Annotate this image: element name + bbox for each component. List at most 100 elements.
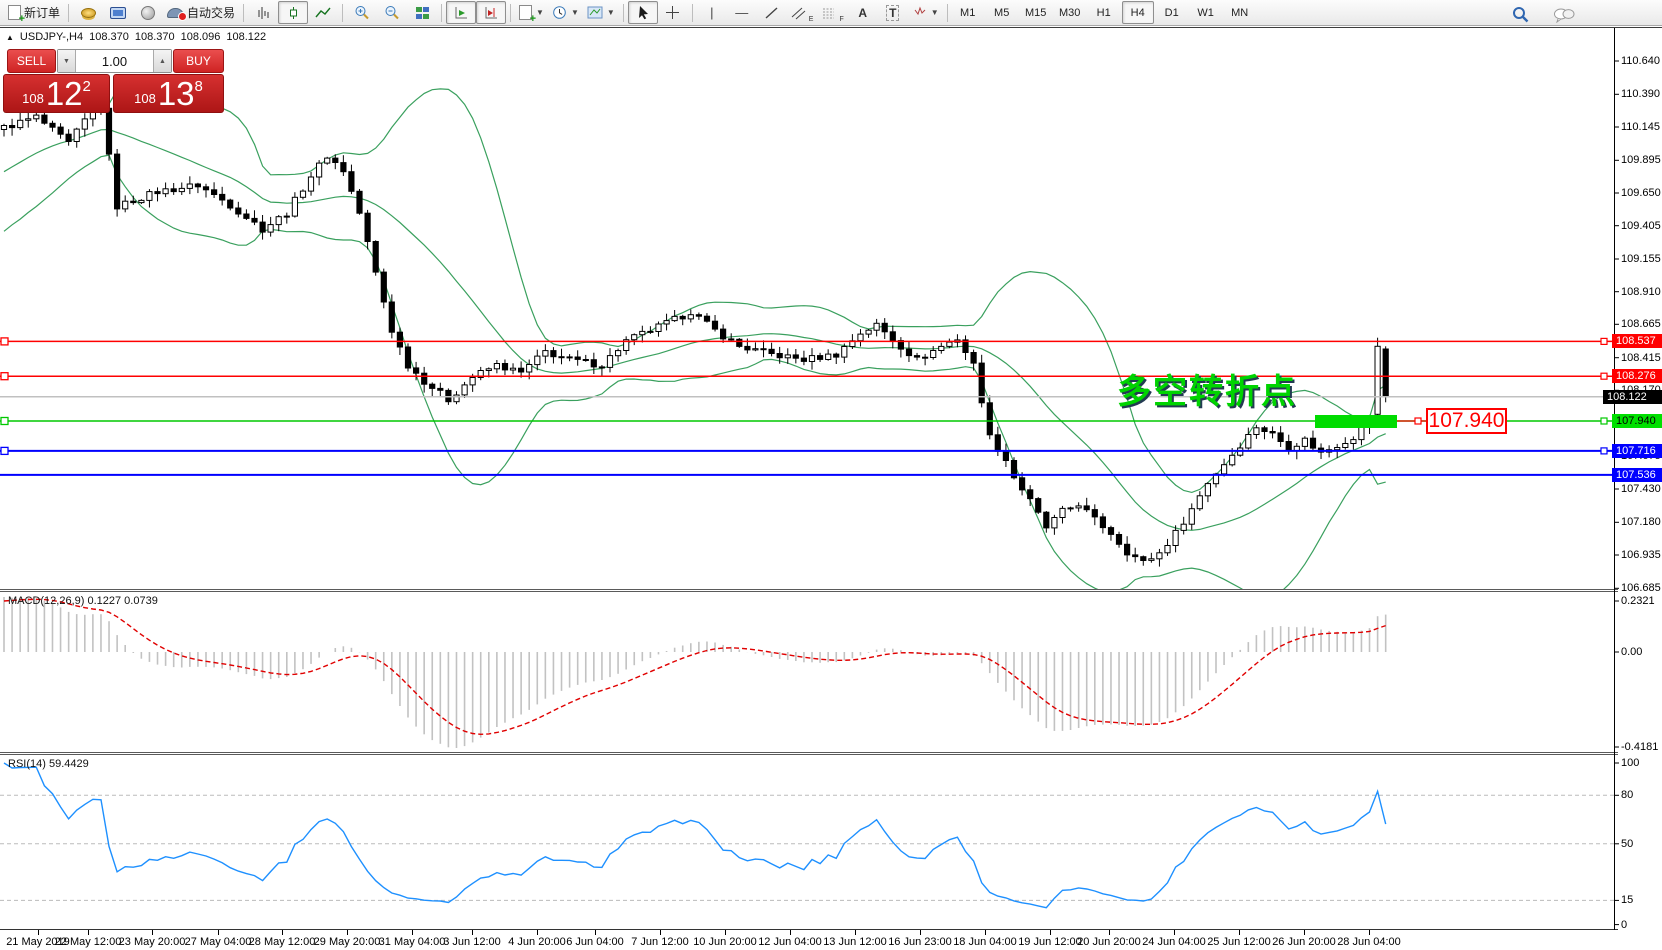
toolbar-separator xyxy=(68,4,69,22)
crosshair-tool-button[interactable] xyxy=(658,1,688,24)
fibonacci-icon xyxy=(821,6,836,20)
text-label-tool[interactable]: T xyxy=(878,1,908,24)
chart-shift-button[interactable] xyxy=(476,1,506,24)
channel-icon xyxy=(791,6,806,20)
buy-price-box[interactable]: 108 13 8 xyxy=(113,74,224,113)
templates-button[interactable]: ▼ xyxy=(583,1,619,24)
toolbar-separator xyxy=(243,4,244,22)
vertical-line-icon: | xyxy=(710,5,713,20)
zoom-out-button[interactable] xyxy=(377,1,407,24)
new-order-button[interactable]: 新订单 xyxy=(4,1,64,24)
chat-bubbles-icon xyxy=(1553,7,1575,23)
buy-button[interactable]: BUY xyxy=(173,49,224,73)
search-button[interactable] xyxy=(1505,3,1535,26)
cursor-tool-button[interactable] xyxy=(628,1,658,24)
mt4-window: 新订单 自动交易 xyxy=(0,0,1662,950)
price-line-label: 107.940 xyxy=(1612,414,1662,428)
price-tick-label: 106.685 xyxy=(1621,581,1661,595)
autotrading-label: 自动交易 xyxy=(187,4,235,21)
auto-scroll-button[interactable] xyxy=(446,1,476,24)
timeframe-group: M1M5M15M30H1H4D1W1MN xyxy=(952,1,1256,24)
tf-button-D1[interactable]: D1 xyxy=(1156,1,1188,24)
terminal-button[interactable] xyxy=(133,1,163,24)
cursor-icon xyxy=(636,5,650,20)
volume-decrease-button[interactable]: ▼ xyxy=(58,50,76,72)
tf-button-H1[interactable]: H1 xyxy=(1088,1,1120,24)
price-callout-box[interactable]: 107.940 xyxy=(1426,408,1507,434)
indicators-button[interactable]: ▼ xyxy=(515,1,548,24)
candlestick-icon xyxy=(286,6,301,20)
trendline-icon xyxy=(764,6,779,20)
autotrading-button[interactable]: 自动交易 xyxy=(163,1,239,24)
bar-chart-icon xyxy=(256,6,271,20)
horizontal-line-icon: — xyxy=(735,5,748,20)
clock-icon xyxy=(552,5,567,20)
price-tick-label: 109.650 xyxy=(1621,186,1661,200)
sell-button[interactable]: SELL xyxy=(7,49,56,73)
trendline-tool[interactable] xyxy=(757,1,787,24)
periods-button[interactable]: ▼ xyxy=(548,1,583,24)
market-watch-button[interactable] xyxy=(73,1,103,24)
new-order-label: 新订单 xyxy=(24,4,60,21)
tf-button-M15[interactable]: M15 xyxy=(1020,1,1052,24)
channel-sub-letter: E xyxy=(809,16,814,23)
price-tick-label: 108.415 xyxy=(1621,351,1661,365)
price-line-label: 108.276 xyxy=(1612,369,1662,383)
macd-indicator-label: MACD(12,26,9) 0.1227 0.0739 xyxy=(8,595,158,607)
chart-canvas[interactable] xyxy=(0,0,1662,950)
toolbar-separator xyxy=(441,4,442,22)
tile-windows-button[interactable] xyxy=(407,1,437,24)
one-click-collapse-icon[interactable]: ▲ xyxy=(6,33,14,42)
open-value: 108.370 xyxy=(89,31,129,43)
tf-button-M5[interactable]: M5 xyxy=(986,1,1018,24)
tf-button-M30[interactable]: M30 xyxy=(1054,1,1086,24)
buy-price-prefix: 108 xyxy=(134,91,156,106)
sell-price-prefix: 108 xyxy=(22,91,44,106)
toolbar-separator xyxy=(623,4,624,22)
zoom-in-button[interactable] xyxy=(347,1,377,24)
price-tick-label: 109.405 xyxy=(1621,219,1661,233)
community-chat-button[interactable] xyxy=(1549,3,1579,26)
sell-price-sup: 2 xyxy=(83,78,91,95)
close-value: 108.122 xyxy=(226,31,266,43)
chevron-down-icon: ▼ xyxy=(571,8,579,17)
bar-chart-button[interactable] xyxy=(248,1,278,24)
price-tick-label: 108.910 xyxy=(1621,285,1661,299)
arrows-tool[interactable]: ▼ xyxy=(908,1,943,24)
line-chart-icon xyxy=(315,6,331,20)
tf-button-W1[interactable]: W1 xyxy=(1190,1,1222,24)
tf-button-M1[interactable]: M1 xyxy=(952,1,984,24)
volume-input[interactable]: 1.00 xyxy=(76,50,153,72)
tf-button-MN[interactable]: MN xyxy=(1224,1,1256,24)
navigator-button[interactable] xyxy=(103,1,133,24)
volume-increase-button[interactable]: ▲ xyxy=(153,50,171,72)
auto-scroll-icon xyxy=(453,6,469,20)
new-order-icon xyxy=(8,5,21,20)
sell-price-box[interactable]: 108 12 2 xyxy=(3,74,110,113)
vertical-line-tool[interactable]: | xyxy=(697,1,727,24)
price-line-label: 108.122 xyxy=(1603,390,1662,404)
channel-tool[interactable]: E xyxy=(787,1,818,24)
chart-annotation-text[interactable]: 多空转折点 xyxy=(1117,364,1297,413)
chevron-down-icon: ▼ xyxy=(536,8,544,17)
price-tick-label: 106.935 xyxy=(1621,548,1661,562)
monitor-icon xyxy=(110,7,126,19)
text-tool[interactable]: A xyxy=(848,1,878,24)
fibonacci-tool[interactable]: F xyxy=(817,1,847,24)
price-tick-label: 108.665 xyxy=(1621,317,1661,331)
zoom-out-icon xyxy=(384,5,400,20)
rsi-tick-label: 0 xyxy=(1621,918,1627,932)
text-tool-icon: A xyxy=(858,6,867,20)
line-chart-button[interactable] xyxy=(308,1,338,24)
sell-price-big: 12 xyxy=(46,75,83,113)
macd-tick-label: 0.2321 xyxy=(1621,594,1655,608)
horizontal-line-tool[interactable]: — xyxy=(727,1,757,24)
price-tick-label: 107.180 xyxy=(1621,515,1661,529)
tf-button-H4[interactable]: H4 xyxy=(1122,1,1154,24)
price-tick-label: 107.430 xyxy=(1621,482,1661,496)
candlestick-chart-button[interactable] xyxy=(278,1,308,24)
price-tick-label: 110.640 xyxy=(1621,54,1660,68)
toolbar-right-group xyxy=(1505,3,1579,26)
price-tick-label: 109.895 xyxy=(1621,153,1661,167)
tile-windows-icon xyxy=(415,6,430,20)
